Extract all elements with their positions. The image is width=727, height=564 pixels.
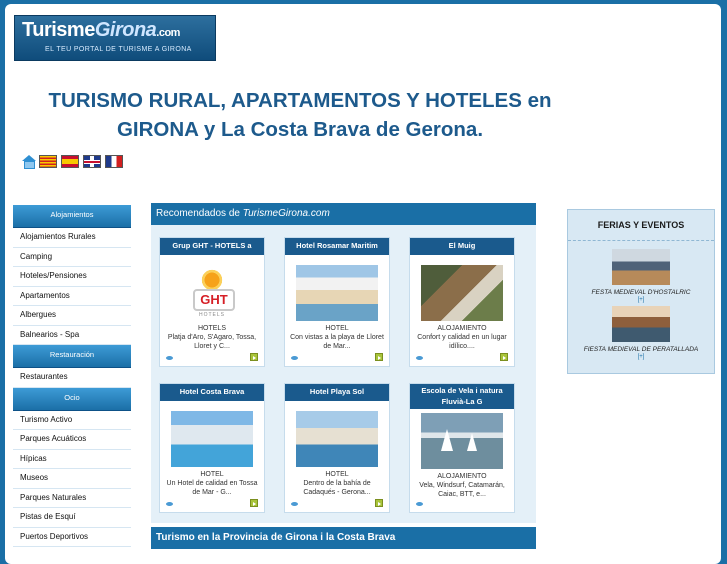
card-title[interactable]: El Muig — [410, 238, 514, 255]
event-more-link[interactable]: [+] — [568, 354, 714, 361]
sidebar-item-camping[interactable]: Camping — [13, 247, 131, 267]
pool-hotel-image[interactable] — [171, 411, 253, 467]
listing-card[interactable]: Hotel Costa Brava HOTEL Un Hotel de cali… — [159, 383, 265, 513]
ght-logo-text: GHT — [193, 289, 235, 311]
event-more-link[interactable]: [+] — [568, 297, 714, 304]
sidebar-item-apartamentos[interactable]: Apartamentos — [13, 286, 131, 306]
card-category: HOTEL — [325, 325, 349, 332]
beach-hotel-image[interactable] — [296, 265, 378, 321]
card-category: ALOJAMIENTO — [437, 325, 487, 332]
home-icon[interactable] — [22, 155, 36, 169]
card-description: Dentro de la bahía de Cadaqués - Gerona.… — [303, 480, 371, 496]
card-category: ALOJAMIENTO — [437, 473, 487, 480]
listing-card[interactable]: El Muig ALOJAMIENTO Confort y calidad en… — [409, 237, 515, 367]
card-description: Con vistas a la playa de Lloret de Mar..… — [290, 334, 384, 350]
page: TurismeGirona.com EL TEU PORTAL DE TURIS… — [5, 4, 721, 564]
sidebar-item-puertos-deportivos[interactable]: Puertos Deportivos — [13, 527, 131, 547]
listing-card[interactable]: Grup GHT - HOTELS a GHT HOTELS HOTELS Pl… — [159, 237, 265, 367]
sidebar-item-turismo-activo[interactable]: Turismo Activo — [13, 410, 131, 430]
arrow-right-icon[interactable] — [250, 499, 258, 507]
card-category: HOTEL — [325, 471, 349, 478]
card-title[interactable]: Hotel Costa Brava — [160, 384, 264, 401]
sidebar-item-museos[interactable]: Museos — [13, 469, 131, 489]
rural-house-image[interactable] — [421, 265, 503, 321]
ght-logo-image[interactable]: GHT HOTELS — [171, 265, 253, 321]
card-title[interactable]: Hotel Playa Sol — [285, 384, 389, 401]
recommended-heading: Recomendados de TurismeGirona.com — [151, 203, 536, 225]
sidebar-item-alojamientos-rurales[interactable]: Alojamientos Rurales — [13, 228, 131, 248]
eye-icon[interactable] — [291, 356, 298, 360]
card-description: Vela, Windsurf, Catamarán, Caiac, BTT, e… — [419, 482, 505, 498]
province-heading: Turismo en la Provincia de Girona i la C… — [151, 527, 536, 549]
catalan-flag-icon[interactable] — [39, 155, 57, 168]
site-logo[interactable]: TurismeGirona.com EL TEU PORTAL DE TURIS… — [14, 15, 216, 61]
card-title[interactable]: Escola de Vela i natura Fluvià-La G — [410, 384, 514, 409]
events-title: FERIAS Y EVENTOS — [568, 210, 714, 241]
sidebar-item-hipicas[interactable]: Hípicas — [13, 449, 131, 469]
eye-icon[interactable] — [166, 356, 173, 360]
eye-icon[interactable] — [416, 356, 423, 360]
language-bar — [22, 155, 123, 169]
card-description: Platja d'Aro, S'Agaro, Tossa, Lloret y C… — [167, 334, 257, 350]
arrow-right-icon[interactable] — [375, 499, 383, 507]
sidebar-item-balnearios[interactable]: Balnearios - Spa — [13, 325, 131, 345]
sidebar-item-hoteles[interactable]: Hoteles/Pensiones — [13, 267, 131, 287]
eye-icon[interactable] — [166, 502, 173, 506]
card-category: HOTEL — [200, 471, 224, 478]
sidebar-item-parques-acuaticos[interactable]: Parques Acuáticos — [13, 430, 131, 450]
page-title: TURISMO RURAL, APARTAMENTOS Y HOTELES en… — [48, 89, 552, 141]
event-image[interactable] — [612, 306, 670, 342]
spanish-flag-icon[interactable] — [61, 155, 79, 168]
eye-icon[interactable] — [291, 502, 298, 506]
recommended-panel: Grup GHT - HOTELS a GHT HOTELS HOTELS Pl… — [151, 225, 536, 523]
sidebar-heading-ocio: Ocio — [13, 387, 131, 411]
sidebar-item-albergues[interactable]: Albergues — [13, 306, 131, 326]
card-title[interactable]: Hotel Rosamar Maritim — [285, 238, 389, 255]
arrow-right-icon[interactable] — [250, 353, 258, 361]
uk-flag-icon[interactable] — [83, 155, 101, 168]
sidebar-menu: Alojamientos Alojamientos Rurales Campin… — [13, 205, 131, 547]
logo-text: TurismeGirona.com — [22, 19, 180, 41]
card-description: Confort y calidad en un lugar idílico...… — [417, 334, 507, 350]
arrow-right-icon[interactable] — [500, 353, 508, 361]
listing-card[interactable]: Hotel Playa Sol HOTEL Dentro de la bahía… — [284, 383, 390, 513]
event-link[interactable]: FESTA MEDIEVAL D'HOSTALRIC — [568, 289, 714, 297]
ght-logo-sub: HOTELS — [199, 312, 226, 318]
sidebar-item-restaurantes[interactable]: Restaurantes — [13, 368, 131, 388]
french-flag-icon[interactable] — [105, 155, 123, 168]
card-title[interactable]: Grup GHT - HOTELS a — [160, 238, 264, 255]
listing-card[interactable]: Hotel Rosamar Maritim HOTEL Con vistas a… — [284, 237, 390, 367]
sidebar-item-parques-naturales[interactable]: Parques Naturales — [13, 488, 131, 508]
event-image[interactable] — [612, 249, 670, 285]
sidebar-heading-alojamientos: Alojamientos — [13, 205, 131, 228]
sailing-image[interactable] — [421, 413, 503, 469]
bay-hotel-image[interactable] — [296, 411, 378, 467]
card-description: Un Hotel de calidad en Tossa de Mar - G.… — [166, 480, 258, 496]
sidebar-item-pistas-esqui[interactable]: Pistas de Esquí — [13, 508, 131, 528]
events-box: FERIAS Y EVENTOS FESTA MEDIEVAL D'HOSTAL… — [567, 209, 715, 374]
listing-card[interactable]: Escola de Vela i natura Fluvià-La G ALOJ… — [409, 383, 515, 513]
eye-icon[interactable] — [416, 502, 423, 506]
sidebar-heading-restauracion: Restauración — [13, 345, 131, 368]
arrow-right-icon[interactable] — [375, 353, 383, 361]
logo-tagline: EL TEU PORTAL DE TURISME A GIRONA — [45, 46, 192, 53]
card-category: HOTELS — [197, 325, 226, 332]
event-link[interactable]: FIESTA MEDIEVAL DE PERATALLADA — [568, 346, 714, 354]
